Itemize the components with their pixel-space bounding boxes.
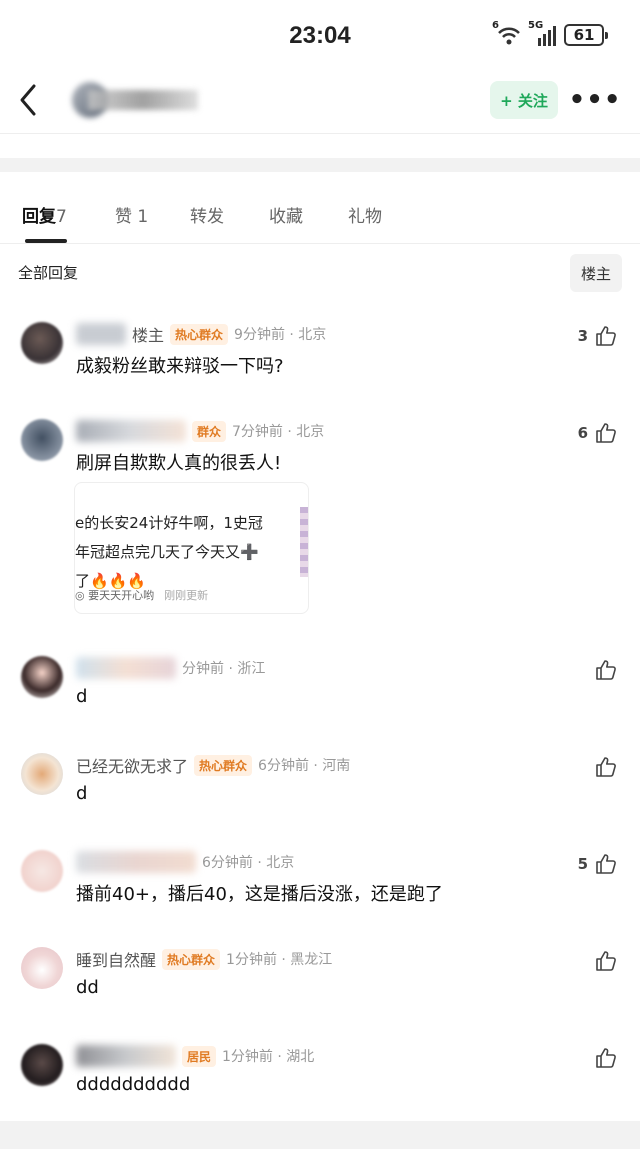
avatar[interactable] [21, 753, 63, 795]
follow-button[interactable]: + 关注 [490, 81, 558, 119]
username[interactable]: 已经无欲无求了 [76, 753, 188, 777]
comment-text[interactable]: 刷屏自欺欺人真的很丢人! [76, 449, 281, 475]
like-count: 5 [577, 855, 588, 873]
avatar[interactable] [21, 322, 63, 364]
avatar[interactable] [21, 419, 63, 461]
network-label: 5G [528, 20, 544, 31]
like-button[interactable]: 6 [578, 421, 618, 445]
tab-bar: 回复7 赞 1 转发 收藏 礼物 [0, 190, 640, 244]
status-bar: 23:04 6 5G 61 [0, 0, 640, 72]
fan-badge: 热心群众 [162, 948, 221, 970]
username[interactable]: 楼主 [132, 322, 164, 346]
comment-text[interactable]: 成毅粉丝敢来辩驳一下吗? [76, 352, 284, 378]
author-info[interactable] [60, 80, 250, 120]
like-button[interactable] [594, 658, 618, 682]
username[interactable]: 睡到自然醒 [76, 947, 156, 971]
username-blurred [76, 657, 176, 679]
comment-item: 居民 1分钟前 · 湖北 dddddddddd [0, 1044, 640, 1104]
username-blurred [76, 851, 196, 873]
fan-badge: 居民 [182, 1045, 217, 1067]
avatar[interactable] [21, 947, 63, 989]
comment-text[interactable]: d [76, 686, 87, 707]
tab-gifts[interactable]: 礼物 [348, 202, 382, 227]
username-blurred [76, 420, 186, 442]
comment-time: 1分钟前 · 湖北 [222, 1049, 315, 1065]
fan-badge: 热心群众 [194, 754, 253, 776]
quoted-post-footer: ◎ 要天天开心哟 刚刚更新 [75, 587, 208, 603]
author-name-blurred [88, 90, 198, 110]
comment-text[interactable]: 播前40+，播后40，这是播后没涨，还是跑了 [76, 880, 443, 906]
comment-item: 楼主 热心群众 9分钟前 · 北京 成毅粉丝敢来辩驳一下吗? 3 [0, 322, 640, 392]
comment-time: 6分钟前 · 河南 [258, 758, 351, 774]
bottom-bar [0, 1121, 640, 1149]
comment-time: 7分钟前 · 北京 [232, 424, 325, 440]
like-count: 6 [577, 424, 588, 442]
avatar[interactable] [21, 850, 63, 892]
like-button[interactable]: 3 [578, 324, 618, 348]
tab-likes[interactable]: 赞 1 [115, 202, 148, 227]
tab-replies[interactable]: 回复7 [22, 202, 67, 227]
thumbs-up-icon [596, 951, 616, 971]
comment-item: 群众 7分钟前 · 北京 刷屏自欺欺人真的很丢人! 6 e的长安24计好牛啊，1… [0, 419, 640, 619]
thumbs-up-icon [596, 854, 616, 874]
comment-item: 6分钟前 · 北京 播前40+，播后40，这是播后没涨，还是跑了 5 [0, 850, 640, 910]
comment-text[interactable]: dd [76, 977, 99, 998]
divider [0, 158, 640, 172]
quoted-post-text: e的长安24计好牛啊，1史冠 年冠超点完几天了今天又➕ 了🔥🔥🔥 [75, 514, 263, 590]
quoted-author-avatar: ◎ [75, 589, 89, 602]
op-only-button[interactable]: 楼主 [570, 254, 622, 292]
like-count: 3 [577, 327, 588, 345]
fan-badge: 热心群众 [170, 323, 229, 345]
battery-icon: 61 [564, 24, 608, 46]
comment-item: 分钟前 · 浙江 d [0, 656, 640, 716]
thumbs-up-icon [596, 757, 616, 777]
username-blurred [76, 323, 126, 345]
like-button[interactable] [594, 1046, 618, 1070]
comment-item: 已经无欲无求了 热心群众 6分钟前 · 河南 d [0, 753, 640, 813]
tab-reposts[interactable]: 转发 [190, 202, 224, 227]
avatar[interactable] [21, 656, 63, 698]
comment-text[interactable]: dddddddddd [76, 1074, 190, 1095]
signal-icon: 5G [528, 20, 558, 46]
avatar[interactable] [21, 1044, 63, 1086]
chevron-left-icon [20, 84, 36, 116]
thumbs-up-icon [596, 326, 616, 346]
tab-active-indicator [25, 239, 67, 243]
comment-time: 9分钟前 · 北京 [234, 327, 327, 343]
back-button[interactable] [14, 82, 46, 118]
quoted-updated: 刚刚更新 [164, 589, 209, 602]
quoted-author: 要天天开心哟 [88, 589, 155, 602]
comment-time: 1分钟前 · 黑龙江 [226, 952, 333, 968]
quoted-post-card[interactable]: e的长安24计好牛啊，1史冠 年冠超点完几天了今天又➕ 了🔥🔥🔥 ◎ 要天天开心… [74, 482, 309, 614]
wifi-icon: 6 [492, 20, 522, 46]
like-button[interactable] [594, 755, 618, 779]
comment-time: 分钟前 · 浙江 [182, 661, 266, 677]
thumbs-up-icon [596, 1048, 616, 1068]
wifi-label: 6 [492, 20, 499, 31]
replies-header: 全部回复 楼主 [0, 252, 640, 294]
comment-item: 睡到自然醒 热心群众 1分钟前 · 黑龙江 dd [0, 947, 640, 1007]
top-nav: + 关注 ••• [0, 72, 640, 134]
status-icons: 6 5G 61 [492, 20, 608, 46]
quoted-post-thumbnail [300, 507, 308, 577]
tab-favorites[interactable]: 收藏 [269, 202, 303, 227]
comment-text[interactable]: d [76, 783, 87, 804]
fan-badge: 群众 [192, 420, 227, 442]
thumbs-up-icon [596, 660, 616, 680]
more-options-button[interactable]: ••• [569, 84, 621, 116]
section-title[interactable]: 全部回复 [18, 262, 78, 283]
username-blurred [76, 1045, 176, 1067]
comment-time: 6分钟前 · 北京 [202, 855, 295, 871]
thumbs-up-icon [596, 423, 616, 443]
like-button[interactable] [594, 949, 618, 973]
like-button[interactable]: 5 [578, 852, 618, 876]
